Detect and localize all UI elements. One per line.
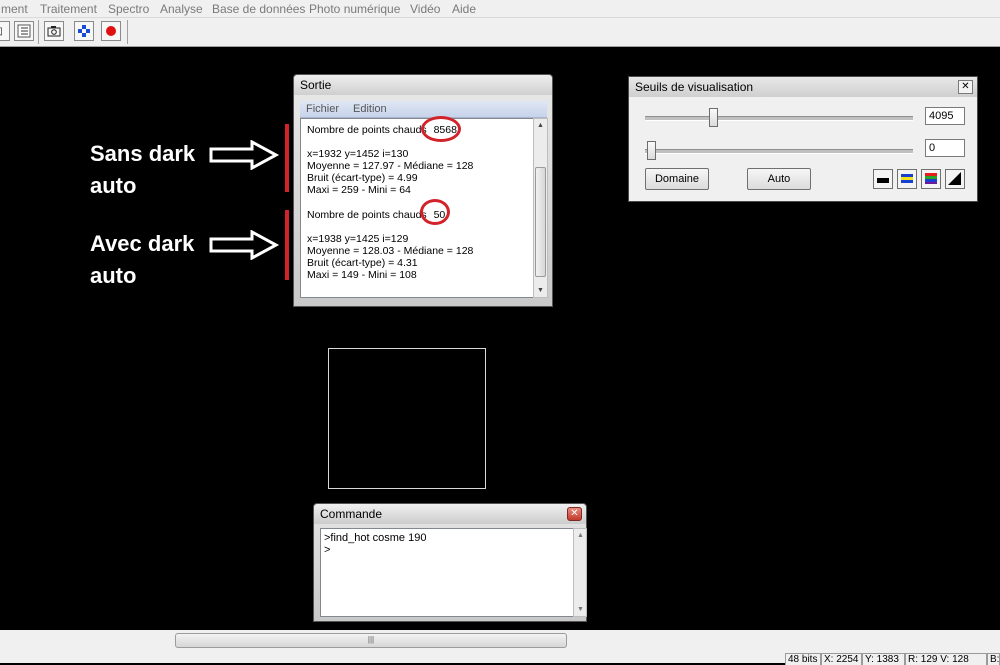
arrow-right-icon [209, 230, 280, 260]
status-rv: R: 129 V: 128 [905, 653, 987, 665]
toolbar-button-partial[interactable]: ▯ [0, 21, 10, 41]
highlight-circle [420, 199, 450, 225]
command-line: >find_hot cosme 190 [324, 532, 427, 544]
sortie-output-text[interactable]: Nombre de points chauds 8568 x=1932 y=14… [300, 116, 533, 298]
high-threshold-track [645, 116, 913, 121]
maxi-line: Maxi = 149 - Mini = 108 [307, 269, 417, 281]
status-b: B: 13 [987, 653, 1000, 665]
list-icon [17, 24, 31, 38]
domaine-button[interactable]: Domaine [645, 168, 709, 190]
menu-item-analyse[interactable]: Analyse [160, 2, 203, 16]
toolbar-button-list[interactable] [14, 21, 34, 41]
scroll-up-icon[interactable]: ▲ [577, 532, 584, 539]
sortie-window: Sortie Fichier Edition Nombre de points … [293, 74, 553, 307]
menu-item-photo-numerique[interactable]: Photo numérique [309, 2, 400, 16]
highlight-circle [421, 116, 461, 142]
menu-item-base-de-donnees[interactable]: Base de données [212, 2, 305, 16]
maxi-line: Maxi = 259 - Mini = 64 [307, 184, 411, 196]
sortie-window-title[interactable]: Sortie [294, 75, 552, 95]
blue-diamond-icon [78, 25, 90, 37]
black-palette-icon [877, 178, 889, 183]
menu-item-fichier-partial[interactable]: ment [1, 2, 28, 16]
seuils-window-title[interactable]: Seuils de visualisation [629, 77, 977, 97]
coords-line: x=1938 y=1425 i=129 [307, 233, 409, 245]
high-threshold-field[interactable]: 4095 [925, 107, 965, 125]
sortie-menu-fichier[interactable]: Fichier [306, 103, 339, 115]
toolbar: ▯ [0, 18, 1000, 47]
toolbar-button-red-dot[interactable] [101, 21, 121, 41]
gradient-palette-icon [948, 172, 961, 185]
hot-points-label: Nombre de points chauds [307, 209, 427, 221]
annotation-line: Sans dark [90, 141, 196, 166]
low-threshold-field[interactable]: 0 [925, 139, 965, 157]
image-frame[interactable] [328, 348, 486, 489]
close-icon[interactable]: ✕ [958, 80, 973, 94]
palette-blue-yellow-button[interactable] [897, 169, 917, 189]
camera-icon [47, 26, 61, 37]
blue-yellow-palette-icon [901, 174, 913, 183]
rainbow-palette-icon [925, 173, 937, 184]
annotation-label-sans-dark: Sans dark auto [90, 138, 195, 202]
annotation-line: Avec dark [90, 231, 195, 256]
bruit-line: Bruit (écart-type) = 4.99 [307, 172, 418, 184]
palette-black-button[interactable] [873, 169, 893, 189]
status-y: Y: 1383 [862, 653, 905, 665]
high-threshold-slider[interactable] [709, 108, 719, 127]
commande-window: Commande ✕ >find_hot cosme 190 > ▲ ▼ [313, 503, 587, 622]
grip-icon: ||| [367, 635, 375, 644]
sortie-scroll-thumb[interactable] [535, 167, 546, 277]
menu-item-traitement[interactable]: Traitement [40, 2, 97, 16]
palette-gradient-button[interactable] [945, 169, 965, 189]
scroll-down-icon[interactable]: ▼ [537, 287, 544, 294]
horizontal-scroll-thumb[interactable]: ||| [175, 633, 567, 648]
low-threshold-track [645, 149, 913, 154]
partial-icon: ▯ [0, 26, 3, 37]
status-bits: 48 bits [785, 653, 821, 665]
hot-points-label: Nombre de points chauds [307, 124, 427, 136]
scroll-up-icon[interactable]: ▲ [537, 122, 544, 129]
moyenne-line: Moyenne = 128.03 - Médiane = 128 [307, 245, 474, 257]
red-dot-icon [106, 26, 116, 36]
sortie-scrollbar[interactable]: ▲ ▼ [533, 118, 548, 298]
annotation-bar [285, 124, 289, 192]
low-threshold-slider[interactable] [647, 141, 656, 160]
auto-button[interactable]: Auto [747, 168, 811, 190]
status-x: X: 2254 [821, 653, 862, 665]
commande-scrollbar[interactable]: ▲ ▼ [573, 528, 587, 617]
scroll-down-icon[interactable]: ▼ [577, 606, 584, 613]
seuils-window: Seuils de visualisation ✕ 4095 0 Domaine… [628, 76, 978, 202]
menu-item-aide[interactable]: Aide [452, 2, 476, 16]
close-icon[interactable]: ✕ [567, 507, 582, 521]
bruit-line: Bruit (écart-type) = 4.31 [307, 257, 418, 269]
menu-item-video[interactable]: Vidéo [410, 2, 440, 16]
menu-item-spectro[interactable]: Spectro [108, 2, 149, 16]
toolbar-button-camera[interactable] [44, 21, 64, 41]
sortie-menu-edition[interactable]: Edition [353, 103, 387, 115]
annotation-bar [285, 210, 289, 280]
toolbar-button-blue-diamond[interactable] [74, 21, 94, 41]
menu-bar: ment Traitement Spectro Analyse Base de … [0, 0, 1000, 18]
annotation-line: auto [90, 173, 137, 198]
annotation-line: auto [90, 263, 137, 288]
arrow-right-icon [209, 140, 280, 170]
palette-rainbow-button[interactable] [921, 169, 941, 189]
annotation-label-avec-dark: Avec dark auto [90, 228, 194, 292]
moyenne-line: Moyenne = 127.97 - Médiane = 128 [307, 160, 474, 172]
commande-input[interactable]: >find_hot cosme 190 > [320, 528, 573, 617]
sortie-menu-bar: Fichier Edition [300, 101, 547, 118]
command-prompt: > [324, 544, 331, 556]
commande-window-title[interactable]: Commande [314, 504, 586, 524]
coords-line: x=1932 y=1452 i=130 [307, 148, 409, 160]
